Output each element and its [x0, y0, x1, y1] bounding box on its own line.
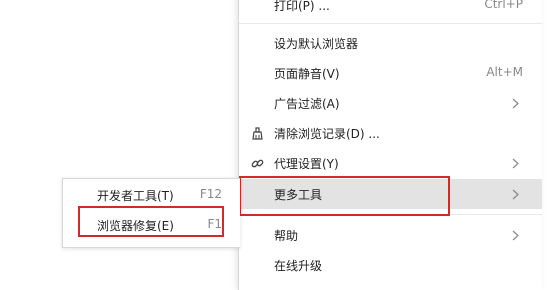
menu-item-label: 在线升级 [274, 259, 323, 273]
menu-item-label: 代理设置(Y) [274, 157, 339, 171]
menu-item-ad-filter[interactable]: 广告过滤(A) [239, 88, 542, 118]
context-menu: 打印(P) ... Ctrl+P 设为默认浏览器 页面静音(V) Alt+M 广… [238, 0, 542, 290]
menu-item-help[interactable]: 帮助 [239, 220, 542, 250]
highlight-box-more-tools [239, 176, 450, 216]
broom-icon [252, 127, 263, 140]
chevron-right-icon [512, 98, 519, 109]
link-icon [251, 159, 264, 168]
submenu-item-dev-tools[interactable]: 开发者工具(T) F12 [63, 181, 240, 209]
menu-item-label: 打印(P) ... [274, 0, 330, 13]
submenu-item-label: 开发者工具(T) [97, 189, 174, 203]
menu-item-update[interactable]: 在线升级 [239, 250, 542, 280]
menu-item-shortcut: Alt+M [486, 65, 523, 79]
chevron-right-icon [512, 158, 519, 169]
menu-item-label: 页面静音(V) [274, 67, 340, 81]
chevron-right-icon [512, 189, 519, 200]
menu-item-shortcut: Ctrl+P [484, 0, 523, 11]
submenu-item-shortcut: F12 [199, 187, 222, 201]
menu-item-set-default[interactable]: 设为默认浏览器 [239, 28, 542, 58]
menu-item-proxy[interactable]: 代理设置(Y) [239, 148, 542, 178]
menu-item-print[interactable]: 打印(P) ... Ctrl+P [239, 0, 542, 20]
menu-item-label: 设为默认浏览器 [274, 37, 359, 51]
menu-item-mute[interactable]: 页面静音(V) Alt+M [239, 58, 542, 88]
highlight-box-repair [78, 206, 224, 237]
menu-item-label: 清除浏览记录(D) ... [274, 127, 380, 141]
menu-item-label: 广告过滤(A) [274, 97, 340, 111]
menu-item-clear-history[interactable]: 清除浏览记录(D) ... [239, 118, 542, 148]
menu-item-label: 帮助 [274, 229, 299, 243]
chevron-right-icon [512, 230, 519, 241]
menu-separator [239, 23, 542, 24]
